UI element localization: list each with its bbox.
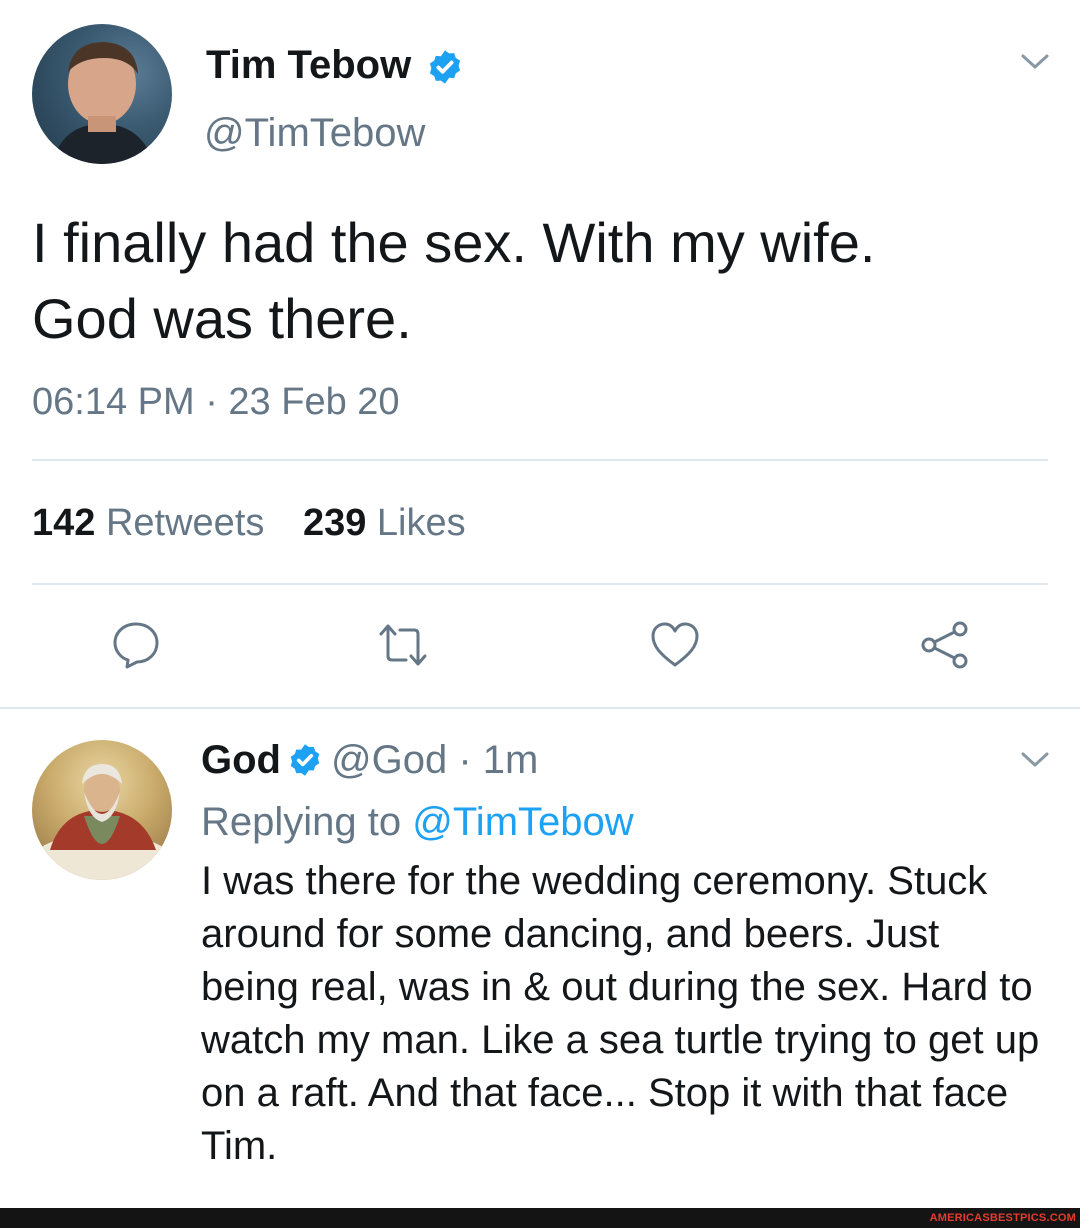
reply-time[interactable]: · 1m [458,738,538,782]
tweet-timestamp[interactable]: 06:14 PM · 23 Feb 20 [32,378,400,426]
retweets-count[interactable]: 142 [32,502,95,544]
reply-header: God @God · 1m [201,734,538,786]
replying-to-label: Replying to [201,800,402,844]
reply-author-name[interactable]: God [201,738,281,782]
author-handle[interactable]: @TimTebow [204,108,425,158]
reply-icon[interactable] [111,620,161,670]
retweets-label[interactable]: Retweets [106,502,264,544]
reply-text: I was there for the wedding ceremony. St… [201,859,1040,1168]
verified-badge-icon [290,744,320,776]
reply-author-handle[interactable]: @God [331,738,447,782]
footer-bar [0,1208,1080,1228]
god-avatar-image [32,764,172,880]
watermark: AMERICASBESTPICS.COM [929,1212,1076,1224]
tweet-stats: 142 Retweets 239 Likes [32,498,466,548]
likes-label[interactable]: Likes [377,502,466,544]
likes-count[interactable]: 239 [303,502,366,544]
author-name[interactable]: Tim Tebow [206,40,411,90]
replying-to: Replying to @TimTebow [201,796,634,848]
like-icon[interactable] [650,620,700,670]
replying-to-mention-link[interactable]: @TimTebow [412,800,633,844]
divider [32,459,1048,461]
divider [0,707,1080,709]
author-avatar[interactable] [32,24,172,164]
chevron-down-icon[interactable] [1020,52,1050,72]
chevron-down-icon[interactable] [1020,750,1050,770]
tim-tebow-avatar-image [52,42,154,164]
divider [32,583,1048,585]
retweet-icon[interactable] [378,620,428,670]
tweet-text: I finally had the sex. With my wife. God… [32,211,876,350]
verified-badge-icon [426,48,464,86]
share-icon[interactable] [920,620,970,670]
reply-author-avatar[interactable] [32,740,172,880]
